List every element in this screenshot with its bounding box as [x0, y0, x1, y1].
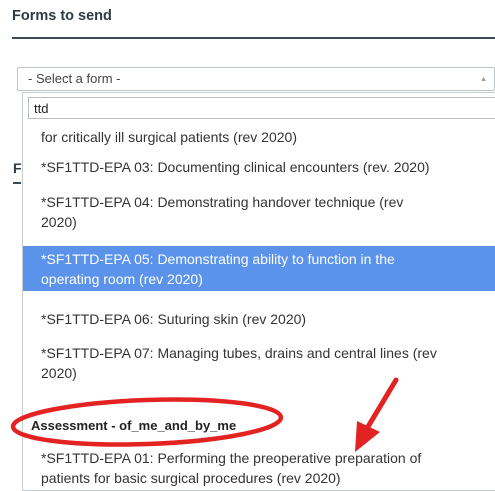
form-dropdown[interactable]: for critically ill surgical patients (re… [22, 92, 495, 491]
option-epa01[interactable]: *SF1TTD-EPA 01: Performing the preoperat… [23, 448, 495, 490]
option-epa05-selected[interactable]: *SF1TTD-EPA 05: Demonstrating ability to… [23, 246, 495, 291]
section-divider [12, 37, 495, 39]
obscured-heading-divider [13, 182, 21, 184]
form-select[interactable]: - Select a form - ▲ [17, 67, 495, 91]
option-epa06[interactable]: *SF1TTD-EPA 06: Suturing skin (rev 2020) [23, 309, 495, 329]
section-title: Forms to send [12, 8, 112, 24]
form-select-value: - Select a form - [28, 71, 121, 86]
option-epa04-line1: *SF1TTD-EPA 04: Demonstrating handover t… [41, 194, 404, 210]
option-epa04[interactable]: *SF1TTD-EPA 04: Demonstrating handover t… [23, 192, 495, 236]
obscured-heading: F [13, 160, 22, 176]
option-epa01-line1: *SF1TTD-EPA 01: Performing the preoperat… [41, 450, 422, 466]
option-epa07[interactable]: *SF1TTD-EPA 07: Managing tubes, drains a… [23, 343, 495, 387]
search-input[interactable] [28, 97, 495, 119]
option-epa05-line2: operating room (rev 2020) [41, 271, 203, 287]
option-epa04-line2: 2020) [41, 214, 77, 230]
option-epa07-line1: *SF1TTD-EPA 07: Managing tubes, drains a… [41, 345, 437, 361]
option-partial[interactable]: for critically ill surgical patients (re… [23, 127, 495, 147]
select-arrow-icon: ▲ [480, 76, 487, 83]
option-epa01-line2: patients for basic surgical procedures (… [41, 470, 341, 486]
option-group-label: Assessment - of_me_and_by_me [31, 418, 237, 433]
option-epa05-line1: *SF1TTD-EPA 05: Demonstrating ability to… [41, 251, 395, 267]
option-epa07-line2: 2020) [41, 365, 77, 381]
option-epa03[interactable]: *SF1TTD-EPA 03: Documenting clinical enc… [23, 157, 495, 177]
page: { "section": { "title": "Forms to send",… [0, 0, 495, 491]
